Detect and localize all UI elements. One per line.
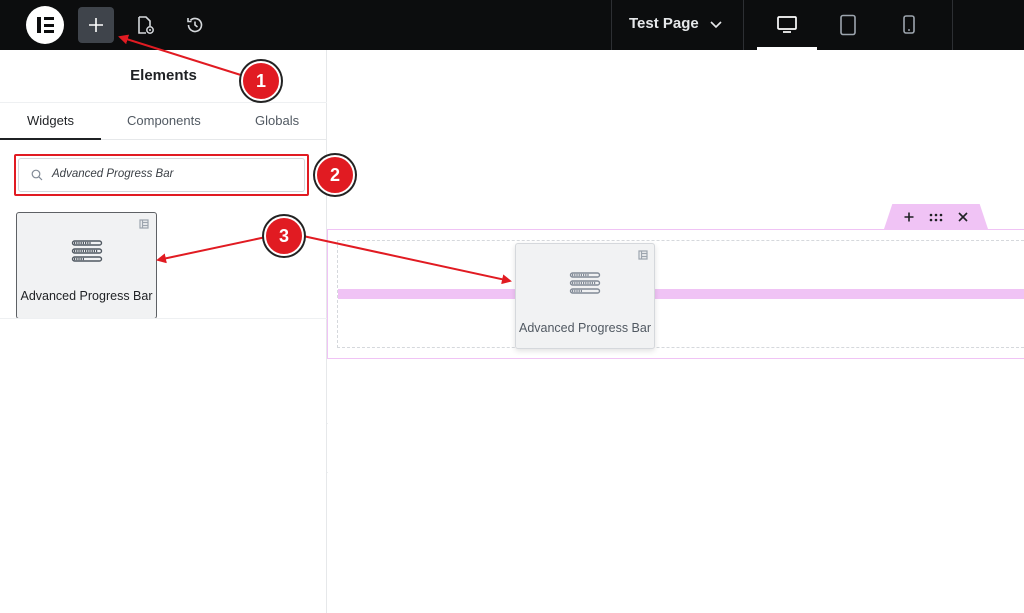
widget-advanced-progress-bar[interactable]: Advanced Progress Bar (16, 212, 157, 319)
panel-tabs: Widgets Components Globals (0, 102, 327, 140)
history-button[interactable] (177, 7, 213, 43)
drop-indicator (338, 289, 1024, 299)
page-settings-icon (138, 16, 154, 34)
widget-label: Advanced Progress Bar (20, 289, 153, 303)
annotation-badge-1: 1 (241, 61, 281, 101)
divider (952, 0, 953, 50)
close-icon (958, 212, 968, 222)
add-element-button[interactable] (78, 7, 114, 43)
drag-handle-icon (929, 213, 943, 221)
desktop-icon (777, 16, 797, 33)
section-delete-button[interactable] (955, 209, 971, 225)
plus-icon (89, 18, 103, 32)
search-highlight: Advanced Progress Bar (14, 154, 309, 196)
widget-label: Advanced Progress Bar (518, 321, 651, 335)
divider (611, 0, 612, 50)
search-icon (31, 169, 43, 181)
divider (0, 318, 327, 319)
page-title[interactable]: Test Page (629, 15, 699, 32)
device-mobile-button[interactable] (891, 7, 927, 43)
device-tablet-button[interactable] (830, 7, 866, 43)
mobile-icon (903, 15, 915, 34)
tablet-icon (840, 14, 856, 36)
tab-globals[interactable]: Globals (255, 113, 299, 128)
tab-widgets[interactable]: Widgets (27, 113, 74, 128)
plus-icon (904, 212, 914, 222)
annotation-badge-3: 3 (264, 216, 304, 256)
chevron-down-icon[interactable] (708, 16, 724, 32)
search-value: Advanced Progress Bar (52, 168, 174, 180)
section-add-button[interactable] (901, 209, 917, 225)
page-settings-button[interactable] (127, 7, 163, 43)
elementor-editor: Test Page Elements Widgets Components Gl… (0, 0, 1024, 613)
top-bar: Test Page (0, 0, 1024, 50)
tab-components[interactable]: Components (127, 113, 201, 128)
elements-panel: Elements Widgets Components Globals Adva… (0, 50, 327, 613)
history-icon (187, 17, 203, 33)
search-input[interactable]: Advanced Progress Bar (18, 158, 305, 192)
device-desktop-button[interactable] (769, 7, 805, 43)
active-tab-indicator (0, 138, 101, 140)
annotation-badge-2: 2 (315, 155, 355, 195)
progress-bar-icon (569, 272, 601, 294)
elementor-logo-icon[interactable] (26, 6, 64, 44)
element-pack-badge-icon (638, 250, 648, 260)
divider (743, 0, 744, 50)
progress-bar-icon (71, 240, 103, 262)
element-pack-badge-icon (139, 219, 149, 229)
section-move-button[interactable] (928, 209, 944, 225)
dragged-widget-advanced-progress-bar[interactable]: Advanced Progress Bar (515, 243, 655, 349)
